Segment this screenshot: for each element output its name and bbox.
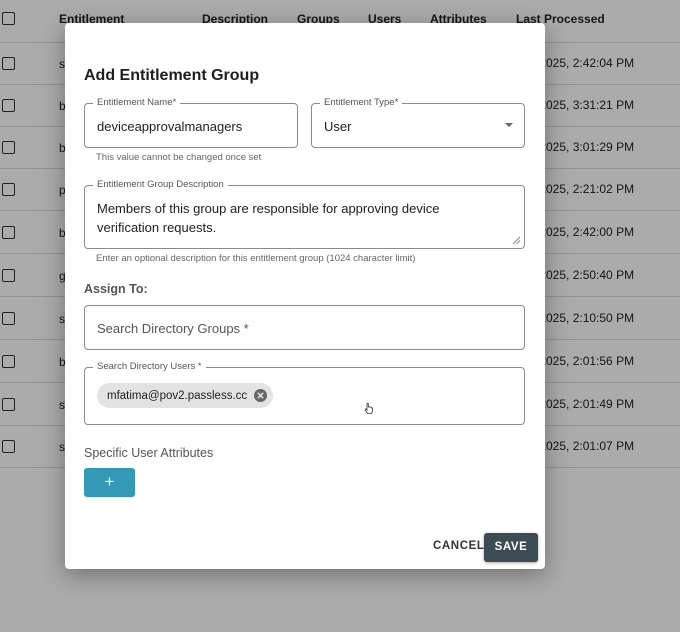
cancel-button[interactable]: CANCEL (433, 540, 485, 552)
hand-cursor-icon (364, 403, 373, 414)
dialog-title: Add Entitlement Group (84, 67, 260, 84)
description-label: Entitlement Group Description (93, 179, 228, 191)
specific-user-attributes-label: Specific User Attributes (84, 446, 214, 460)
entitlement-type-select[interactable]: Entitlement Type* User (311, 97, 525, 148)
description-helper: Enter an optional description for this e… (96, 253, 416, 264)
entitlement-type-label: Entitlement Type* (320, 97, 403, 109)
user-chip[interactable]: mfatima@pov2.passless.cc (97, 383, 274, 408)
directory-users-label: Search Directory Users * (93, 361, 206, 373)
entitlement-group-description-field[interactable]: Entitlement Group Description Members of… (84, 179, 525, 249)
directory-groups-search-input[interactable]: Search Directory Groups * (84, 305, 525, 350)
entitlement-name-helper: This value cannot be changed once set (96, 152, 262, 163)
add-attribute-button[interactable]: + (84, 468, 135, 497)
directory-users-search-input[interactable]: Search Directory Users * mfatima@pov2.pa… (84, 361, 525, 425)
assign-to-label: Assign To: (84, 282, 148, 296)
chip-remove-icon[interactable] (254, 389, 268, 402)
description-value: Members of this group are responsible fo… (97, 201, 440, 235)
resize-handle-icon[interactable] (512, 236, 520, 244)
save-button[interactable]: SAVE (484, 533, 538, 562)
directory-groups-placeholder: Search Directory Groups * (97, 321, 249, 336)
user-chip-label: mfatima@pov2.passless.cc (107, 389, 248, 402)
dropdown-arrow-icon[interactable] (505, 123, 513, 127)
entitlement-name-label: Entitlement Name* (93, 97, 181, 109)
entitlement-name-value: deviceapprovalmanagers (97, 119, 243, 134)
add-entitlement-group-dialog: Add Entitlement Group Entitlement Name* … (65, 23, 545, 569)
entitlement-name-field[interactable]: Entitlement Name* deviceapprovalmanagers (84, 97, 298, 148)
entitlement-type-value: User (324, 119, 352, 134)
